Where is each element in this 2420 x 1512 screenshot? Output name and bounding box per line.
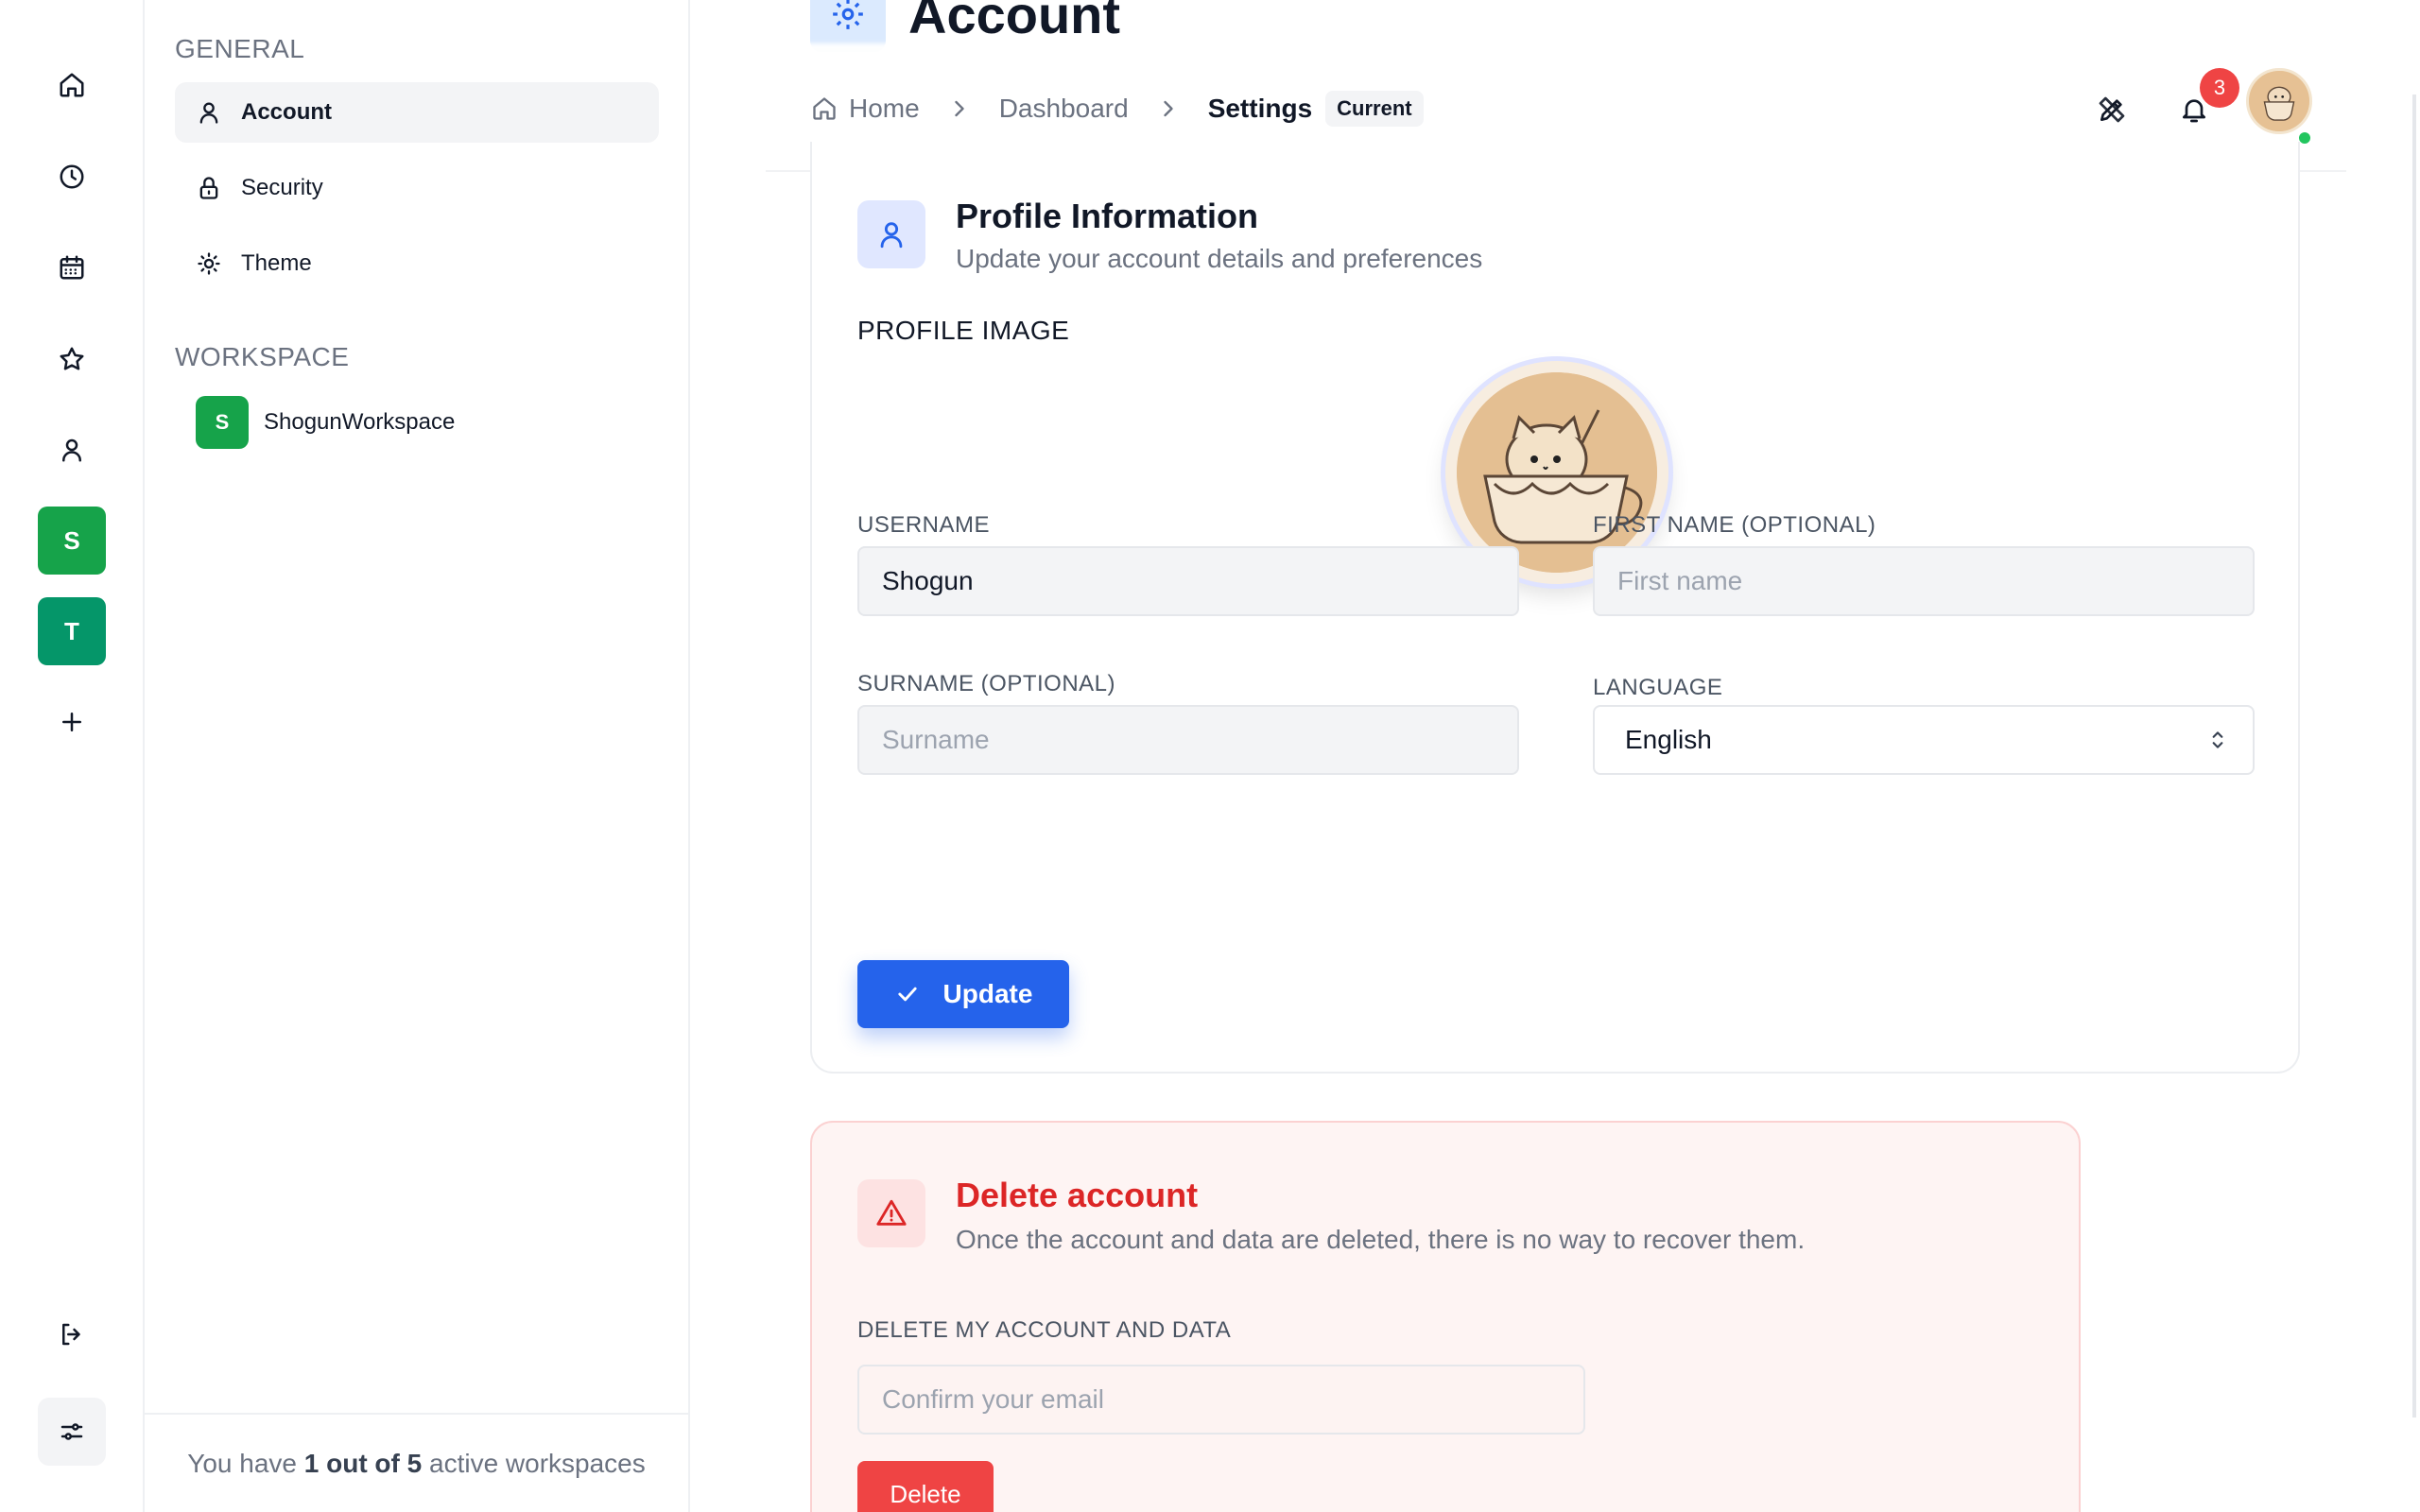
workspace-s-button[interactable]: S <box>38 507 106 575</box>
history-nav-button[interactable] <box>38 143 106 211</box>
danger-section-icon <box>857 1179 925 1247</box>
settings-sidebar: GENERAL Account Security Theme WORKSPACE… <box>145 0 690 1512</box>
profile-nav-button[interactable] <box>38 416 106 484</box>
star-icon <box>60 347 84 370</box>
sidebar-item-label: Theme <box>241 250 312 276</box>
general-heading: GENERAL <box>175 34 305 63</box>
delete-data-label: DELETE MY ACCOUNT AND DATA <box>857 1317 1232 1343</box>
sidebar-item-workspace[interactable]: S ShogunWorkspace <box>175 392 659 453</box>
confirm-email-input[interactable] <box>857 1365 1585 1435</box>
notification-count-badge: 3 <box>2200 68 2239 108</box>
breadcrumb-settings: Settings <box>1207 94 1313 123</box>
breadcrumb-home[interactable]: Home <box>849 94 920 124</box>
update-button[interactable]: Update <box>857 960 1069 1028</box>
profile-image-label: PROFILE IMAGE <box>857 316 1070 345</box>
header-fade <box>766 43 2316 64</box>
language-select[interactable]: English <box>1593 705 2255 775</box>
language-label: LANGUAGE <box>1593 675 1723 700</box>
user-icon <box>199 102 218 124</box>
profile-subtitle: Update your account details and preferen… <box>956 244 1483 273</box>
language-value: English <box>1625 725 1712 754</box>
sidebar-item-theme[interactable]: Theme <box>175 233 659 294</box>
workspace-name: ShogunWorkspace <box>264 409 456 435</box>
sidebar-item-label: Account <box>241 99 332 125</box>
delete-account-subtitle: Once the account and data are deleted, t… <box>956 1225 1806 1254</box>
preferences-button[interactable] <box>38 1398 106 1466</box>
page-scrollbar[interactable] <box>2412 94 2416 1418</box>
footer-count: 1 out of 5 <box>303 1448 423 1478</box>
delete-button[interactable]: Delete <box>857 1461 994 1512</box>
first-name-input[interactable] <box>1593 546 2255 616</box>
icon-rail: S T <box>0 0 145 1512</box>
logout-icon <box>62 1323 80 1346</box>
cat-cup-avatar-image <box>2249 71 2309 131</box>
lock-icon <box>199 177 218 199</box>
gear-icon <box>833 0 863 29</box>
sidebar-item-label: Security <box>241 175 323 200</box>
warning-triangle-icon <box>876 1199 907 1226</box>
add-workspace-button[interactable] <box>38 688 106 756</box>
page-title: Account <box>908 0 1120 44</box>
favorites-nav-button[interactable] <box>38 325 106 393</box>
logout-button[interactable] <box>38 1300 106 1368</box>
surname-label: SURNAME (OPTIONAL) <box>857 671 1116 696</box>
workspace-t-button[interactable]: T <box>38 597 106 665</box>
profile-title: Profile Information <box>956 197 1259 235</box>
sun-icon <box>198 252 220 275</box>
chevron-right-icon <box>1164 100 1173 117</box>
clock-icon <box>60 164 84 189</box>
home-nav-button[interactable] <box>38 51 106 119</box>
cat-cup-profile-image <box>1457 372 1657 573</box>
chevron-up-down-icon <box>2212 731 2223 748</box>
notifications-button[interactable]: 3 <box>2173 68 2239 130</box>
current-tag: Current <box>1325 91 1424 127</box>
workspace-badge: S <box>196 396 249 449</box>
chevron-right-icon <box>955 100 964 117</box>
calendar-nav-button[interactable] <box>38 233 106 301</box>
check-icon <box>897 987 917 1002</box>
sidebar-item-account[interactable]: Account <box>175 82 659 143</box>
workspace-usage-footer: You have 1 out of 5 active workspaces <box>145 1413 688 1512</box>
username-input[interactable]: Shogun <box>857 546 1519 616</box>
breadcrumb-dashboard[interactable]: Dashboard <box>999 94 1129 124</box>
profile-card: Profile Information Update your account … <box>810 142 2300 1074</box>
sidebar-item-security[interactable]: Security <box>175 158 659 218</box>
username-label: USERNAME <box>857 512 991 538</box>
sliders-icon <box>60 1423 83 1440</box>
pencil-ruler-icon <box>2099 96 2125 123</box>
plus-icon <box>62 713 81 731</box>
page-header: Account <box>810 0 1120 52</box>
calendar-icon <box>60 255 84 280</box>
delete-account-title: Delete account <box>956 1176 1199 1214</box>
footer-prefix: You have <box>187 1448 304 1478</box>
footer-suffix: active workspaces <box>422 1448 646 1478</box>
home-icon <box>60 73 84 97</box>
home-icon <box>813 97 836 120</box>
update-button-label: Update <box>942 979 1033 1008</box>
tools-button[interactable] <box>2091 89 2133 130</box>
surname-input[interactable] <box>857 705 1519 775</box>
user-icon <box>62 438 81 462</box>
user-icon <box>880 222 903 249</box>
breadcrumb: Home Dashboard Settings Current <box>811 66 1424 151</box>
delete-account-card: Delete account Once the account and data… <box>810 1121 2081 1512</box>
profile-section-icon <box>857 200 925 268</box>
first-name-label: FIRST NAME (OPTIONAL) <box>1593 512 1876 538</box>
user-avatar[interactable] <box>2246 68 2312 134</box>
workspace-heading: WORKSPACE <box>175 342 350 371</box>
